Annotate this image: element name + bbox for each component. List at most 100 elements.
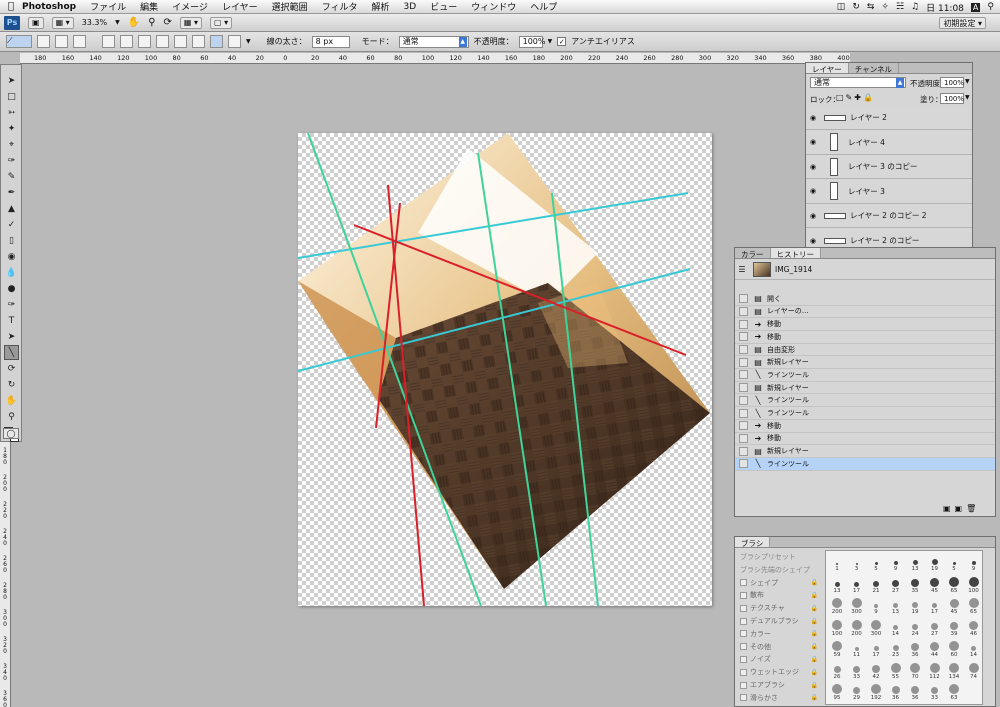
history-step[interactable]: ╲ ラインツール bbox=[735, 407, 995, 420]
pen-tool-icon[interactable] bbox=[102, 35, 115, 48]
brush-option-checkbox[interactable] bbox=[740, 643, 747, 651]
view-extras-button[interactable]: ▦ ▾ bbox=[51, 16, 74, 29]
brush-preset[interactable]: 95 bbox=[828, 682, 846, 701]
brush-preset[interactable]: 63 bbox=[945, 682, 963, 701]
history-brush-source-box[interactable] bbox=[739, 345, 748, 355]
brush-preset[interactable]: 27 bbox=[926, 618, 944, 637]
custom-shape-tool-icon[interactable] bbox=[228, 35, 241, 48]
history-brush-source-box[interactable] bbox=[739, 383, 748, 393]
brush-option-item[interactable]: ブラシプリセット bbox=[740, 551, 818, 563]
history-step[interactable]: ▤ 自由変形 bbox=[735, 344, 995, 357]
brush-preset[interactable]: 200 bbox=[828, 596, 846, 615]
menu-view[interactable]: ビュー bbox=[423, 0, 464, 13]
menu-image[interactable]: イメージ bbox=[165, 0, 215, 13]
layer-row[interactable]: ◉ レイヤー 2 bbox=[806, 106, 972, 130]
quick-mask-icon[interactable]: ◯ bbox=[3, 428, 19, 439]
brush-option-checkbox[interactable] bbox=[740, 655, 747, 663]
mode-select[interactable]: 通常 ▲ bbox=[398, 35, 469, 48]
brush-preset[interactable]: 45 bbox=[945, 596, 963, 615]
history-brush-source-box[interactable] bbox=[739, 332, 748, 342]
history-step[interactable]: ➔ 移動 bbox=[735, 420, 995, 433]
history-step[interactable]: ▤ レイヤーの… bbox=[735, 306, 995, 319]
history-step[interactable]: ▤ 新規レイヤー bbox=[735, 357, 995, 370]
menu-edit[interactable]: 編集 bbox=[133, 0, 165, 13]
brush-preset[interactable]: 65 bbox=[965, 596, 983, 615]
history-step[interactable]: ╲ ラインツール bbox=[735, 369, 995, 382]
blend-mode-select[interactable]: 通常 ▲ bbox=[810, 77, 906, 88]
pen-tool-icon[interactable]: ✑ bbox=[4, 297, 19, 312]
brush-preset[interactable]: 100 bbox=[828, 618, 846, 637]
tab-layers[interactable]: レイヤー bbox=[806, 63, 849, 74]
history-brush-source-box[interactable] bbox=[739, 408, 748, 418]
arrange-documents-button[interactable]: ▦ ▾ bbox=[179, 16, 203, 29]
brush-preset[interactable]: 14 bbox=[887, 618, 905, 637]
visibility-eye-icon[interactable]: ◉ bbox=[806, 212, 820, 220]
brush-preset[interactable]: 134 bbox=[945, 661, 963, 680]
brush-option-checkbox[interactable] bbox=[740, 630, 747, 638]
brush-preset[interactable]: 100 bbox=[965, 575, 983, 594]
line-tool-icon[interactable] bbox=[210, 35, 223, 48]
brush-preset[interactable]: 3 bbox=[848, 553, 866, 572]
ellipse-tool-icon[interactable] bbox=[174, 35, 187, 48]
rotate-view-icon[interactable]: ⟳ bbox=[164, 17, 172, 28]
history-step[interactable]: ▤ 新規レイヤー bbox=[735, 445, 995, 458]
history-brush-source-box[interactable] bbox=[739, 357, 748, 367]
opacity-input[interactable]: 100% bbox=[518, 35, 546, 48]
time-machine-icon[interactable]: ↻ bbox=[852, 2, 860, 12]
brush-preset[interactable]: 112 bbox=[926, 661, 944, 680]
brush-option-checkbox[interactable] bbox=[740, 604, 747, 612]
brush-preset[interactable]: 33 bbox=[926, 682, 944, 701]
brush-preset[interactable]: 13 bbox=[828, 575, 846, 594]
polygon-tool-icon[interactable] bbox=[192, 35, 205, 48]
visibility-eye-icon[interactable]: ◉ bbox=[806, 138, 820, 146]
brush-preset[interactable]: 36 bbox=[887, 682, 905, 701]
brush-preset[interactable]: 9 bbox=[887, 553, 905, 572]
bluetooth-icon[interactable]: ✧ bbox=[881, 2, 889, 12]
visibility-eye-icon[interactable]: ◉ bbox=[806, 237, 820, 245]
menu-select[interactable]: 選択範囲 bbox=[265, 0, 315, 13]
layer-row[interactable]: ◉ レイヤー 2 のコピー 2 bbox=[806, 204, 972, 229]
history-brush-source-box[interactable] bbox=[739, 294, 748, 304]
zoom-dropdown-icon[interactable]: ▼ bbox=[115, 19, 120, 26]
brush-preset[interactable]: 300 bbox=[848, 596, 866, 615]
tool-preset-picker[interactable]: ⟋ bbox=[6, 35, 32, 48]
menu-window[interactable]: ウィンドウ bbox=[464, 0, 523, 13]
history-step[interactable]: ▤ 開く bbox=[735, 293, 995, 306]
brush-preset[interactable]: 11 bbox=[848, 639, 866, 658]
history-snapshot[interactable]: ☰ IMG_1914 bbox=[735, 260, 995, 280]
zoom-tool-icon[interactable]: ⚲ bbox=[4, 409, 19, 424]
brush-preset[interactable]: 65 bbox=[945, 575, 963, 594]
history-brush-source-box[interactable] bbox=[739, 421, 748, 431]
shape-layers-icon[interactable] bbox=[37, 35, 50, 48]
rounded-rect-tool-icon[interactable] bbox=[156, 35, 169, 48]
brush-preset[interactable]: 21 bbox=[867, 575, 885, 594]
brush-preset[interactable]: 9 bbox=[867, 596, 885, 615]
brush-preset[interactable]: 33 bbox=[848, 661, 866, 680]
layer-row[interactable]: ◉ レイヤー 3 bbox=[806, 179, 972, 204]
history-brush-source-box[interactable] bbox=[739, 370, 748, 380]
brush-preset[interactable]: 192 bbox=[867, 682, 885, 701]
zoom-tool-icon[interactable]: ⚲ bbox=[148, 17, 155, 28]
horizontal-ruler[interactable]: 180 160 140 120 100 80 60 40 20 0 20 40 60 80 100 120 14… bbox=[20, 53, 850, 64]
brush-option-item[interactable]: シェイプ 🔒 bbox=[740, 577, 818, 589]
type-tool-icon[interactable]: T bbox=[4, 313, 19, 328]
brush-option-checkbox[interactable] bbox=[740, 694, 747, 702]
3d-camera-icon[interactable]: ↻ bbox=[4, 377, 19, 392]
history-brush-source-box[interactable] bbox=[739, 395, 748, 405]
hand-tool-icon[interactable]: ✋ bbox=[128, 17, 140, 28]
brush-preset[interactable]: 36 bbox=[906, 639, 924, 658]
clone-stamp-icon[interactable]: ▲ bbox=[4, 201, 19, 216]
menu-analysis[interactable]: 解析 bbox=[365, 0, 397, 13]
brush-preset[interactable]: 19 bbox=[926, 553, 944, 572]
fill-pixels-icon[interactable] bbox=[73, 35, 86, 48]
history-brush-source-box[interactable] bbox=[739, 306, 748, 316]
clock[interactable]: 日 11:08 bbox=[926, 1, 964, 14]
input-indicator[interactable]: A bbox=[970, 2, 981, 12]
history-brush-icon[interactable]: ✓ bbox=[4, 217, 19, 232]
brush-preset[interactable]: 29 bbox=[848, 682, 866, 701]
brush-preset[interactable]: 1 bbox=[828, 553, 846, 572]
visibility-eye-icon[interactable]: ◉ bbox=[806, 114, 820, 122]
brush-preset[interactable]: 13 bbox=[887, 596, 905, 615]
tab-channels[interactable]: チャンネル bbox=[849, 63, 900, 74]
brush-preset[interactable]: 13 bbox=[906, 553, 924, 572]
